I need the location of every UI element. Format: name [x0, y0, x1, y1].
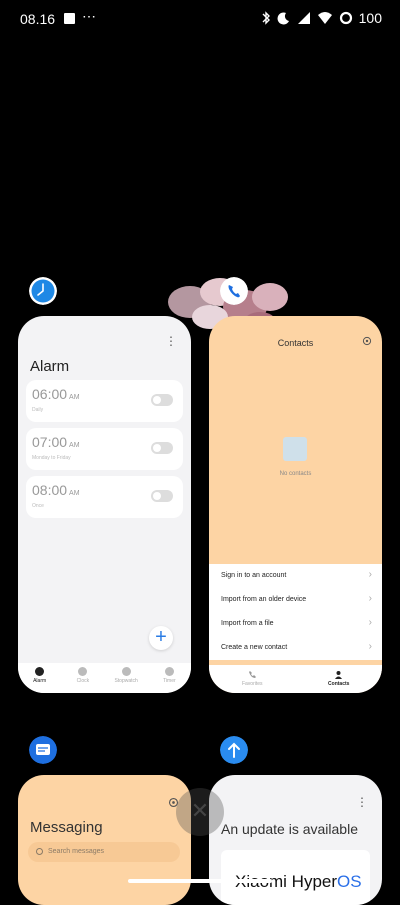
nav-stopwatch[interactable]: Stopwatch [105, 663, 148, 693]
clock-app-icon[interactable] [29, 277, 57, 305]
alarm-item[interactable]: 06:00 AM Daily [26, 380, 183, 422]
search-placeholder: Search messages [48, 848, 105, 855]
search-messages-input[interactable]: Search messages [28, 842, 180, 862]
nav-favorites[interactable]: Favorites [209, 665, 296, 693]
nav-clock[interactable]: Clock [61, 663, 104, 693]
nav-timer[interactable]: Timer [148, 663, 191, 693]
updater-app-icon[interactable] [220, 736, 248, 764]
option-create-contact[interactable]: Create a new contact › [221, 636, 372, 660]
timer-icon [164, 667, 174, 676]
chevron-right-icon: › [368, 593, 372, 604]
option-label: Import from an older device [221, 596, 307, 603]
alarm-ampm: AM [69, 394, 80, 401]
brand-suffix: OS [337, 872, 362, 891]
nav-label: Favorites [241, 681, 263, 687]
alarm-ampm: AM [69, 490, 80, 497]
nav-label: Timer [163, 678, 176, 684]
cellular-signal-icon [297, 12, 310, 24]
messaging-app-card[interactable]: Messaging Search messages [18, 775, 191, 905]
chevron-right-icon: › [368, 617, 372, 628]
alarm-toggle[interactable] [151, 394, 173, 406]
wifi-icon [317, 12, 332, 24]
option-import-device[interactable]: Import from an older device › [221, 588, 372, 612]
bluetooth-icon [262, 11, 270, 25]
add-alarm-button[interactable]: + [149, 626, 173, 650]
home-indicator[interactable] [128, 879, 272, 883]
clock-bottom-nav: Alarm Clock Stopwatch Timer [18, 663, 191, 693]
option-label: Sign in to an account [221, 572, 287, 579]
contacts-bottom-nav: Favorites Contacts [209, 665, 382, 693]
alarm-time: 06:00 [32, 386, 68, 402]
alarm-toggle[interactable] [151, 442, 173, 454]
alarm-toggle[interactable] [151, 490, 173, 502]
battery-level: 100 [358, 10, 382, 26]
alarm-item[interactable]: 07:00 AM Monday to Friday [26, 428, 183, 470]
empty-contacts-icon [283, 437, 307, 461]
clock-app-card[interactable]: ⋮ Alarm 06:00 AM Daily 07:00 AM Monday to … [18, 316, 191, 693]
status-time: 08.16 [20, 11, 56, 27]
contacts-options-list: Sign in to an account › Import from an ol… [209, 564, 382, 660]
no-contacts-text: No contacts [279, 471, 312, 477]
more-notifications-icon: ⋯ [82, 8, 97, 24]
alarm-item[interactable]: 08:00 AM Once [26, 476, 183, 518]
alarm-repeat: Once [32, 503, 44, 509]
stopwatch-icon [121, 667, 131, 676]
nav-label: Contacts [328, 681, 350, 687]
chevron-right-icon: › [368, 569, 372, 580]
nav-label: Stopwatch [114, 678, 138, 684]
alarm-time: 08:00 [32, 482, 68, 498]
option-import-file[interactable]: Import from a file › [221, 612, 372, 636]
contacts-app-card[interactable]: Contacts No contacts Sign in to an accou… [209, 316, 382, 693]
moon-icon [277, 12, 289, 25]
search-icon [36, 848, 43, 855]
phone-icon [248, 671, 256, 678]
nav-contacts[interactable]: Contacts [296, 665, 383, 693]
battery-icon [339, 11, 352, 25]
alarm-time: 07:00 [32, 434, 68, 450]
alarm-title: Alarm [30, 358, 70, 375]
option-sign-in[interactable]: Sign in to an account › [221, 564, 372, 588]
person-icon [335, 671, 343, 679]
nav-label: Clock [76, 678, 90, 684]
messaging-app-icon[interactable] [29, 736, 57, 764]
alarm-repeat: Monday to Friday [32, 455, 71, 461]
updater-app-card[interactable]: ⋮ An update is available Xiaomi HyperOS [209, 775, 382, 905]
phone-app-icon[interactable] [220, 277, 248, 305]
settings-icon[interactable] [362, 336, 372, 346]
more-options-icon[interactable]: ⋮ [165, 334, 177, 348]
update-banner: Xiaomi HyperOS [221, 850, 370, 905]
contacts-title: Contacts [277, 338, 314, 348]
option-label: Import from a file [221, 620, 274, 627]
status-bar: 08.16 ⋯ 100 [0, 0, 400, 40]
option-label: Create a new contact [221, 644, 288, 651]
nav-label: Alarm [33, 678, 47, 684]
nav-alarm[interactable]: Alarm [18, 663, 61, 693]
clock-icon [78, 667, 88, 676]
update-title: An update is available [221, 821, 358, 837]
alarm-icon [35, 667, 45, 676]
chevron-right-icon: › [368, 641, 372, 652]
messaging-title: Messaging [30, 819, 103, 836]
alarm-repeat: Daily [32, 407, 44, 413]
alarm-ampm: AM [69, 442, 80, 449]
notification-icon [64, 13, 75, 24]
clear-all-button[interactable]: ✕ [176, 788, 224, 836]
more-options-icon[interactable]: ⋮ [356, 795, 368, 809]
